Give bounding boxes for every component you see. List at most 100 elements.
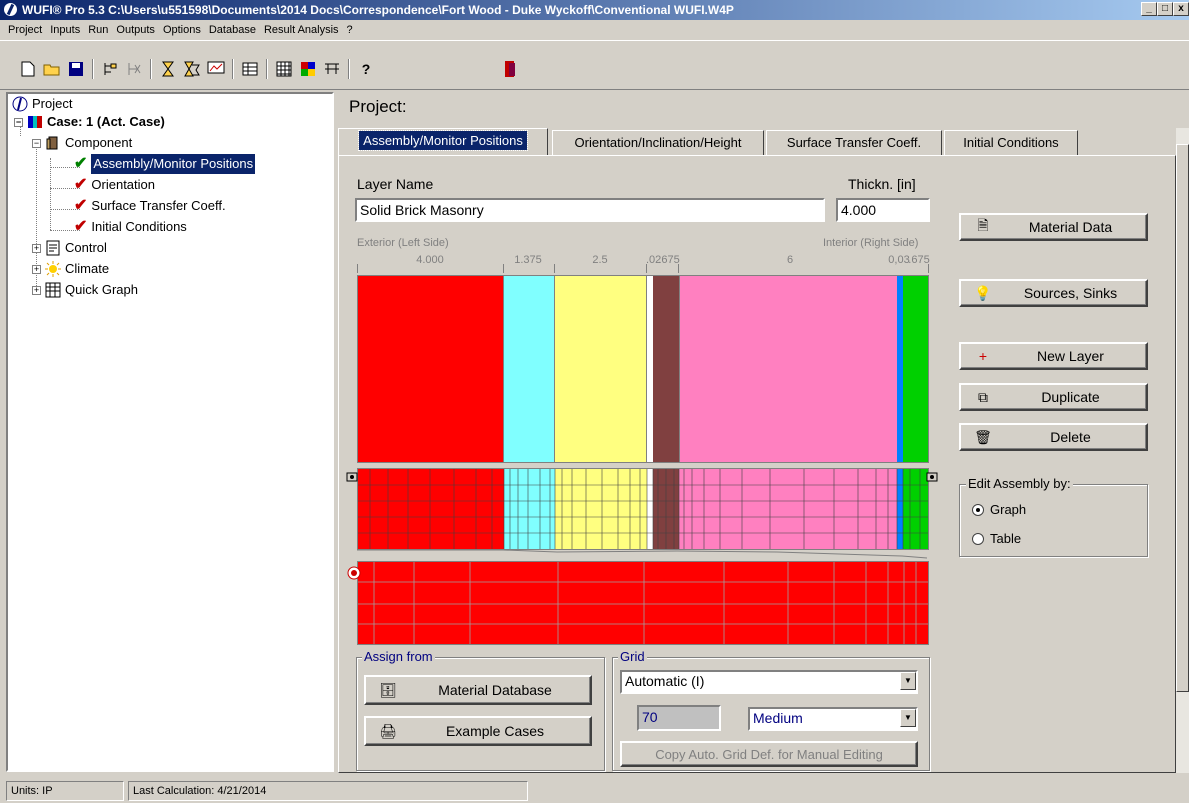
tab-orientation[interactable]: Orientation/Inclination/Height — [552, 130, 764, 156]
layer-brick[interactable] — [358, 276, 504, 462]
maximize-button[interactable]: □ — [1157, 2, 1173, 16]
tree-node-quick-graph[interactable]: + Quick Graph — [32, 280, 138, 300]
monitor-left-icon[interactable] — [346, 470, 360, 484]
menu-inputs[interactable]: Inputs — [46, 24, 84, 36]
help-icon[interactable]: ? — [356, 59, 376, 79]
grid-mode-select[interactable]: Automatic (I) ▼ — [620, 670, 918, 694]
ruler-value: 4.000 — [416, 254, 444, 266]
menu-database[interactable]: Database — [205, 24, 260, 36]
vertical-scrollbar[interactable] — [1176, 128, 1189, 773]
radio-selected-icon — [972, 503, 984, 516]
table-grid-icon — [45, 282, 61, 298]
layer-name-input[interactable]: Solid Brick Masonry — [355, 198, 825, 222]
hourglass-icon[interactable] — [158, 59, 178, 79]
layer-brown[interactable] — [653, 276, 679, 462]
sun-icon — [45, 261, 61, 277]
exterior-label: Exterior (Left Side) — [357, 237, 449, 249]
grid-view-icon[interactable] — [274, 59, 294, 79]
tab-surface-transfer[interactable]: Surface Transfer Coeff. — [766, 130, 942, 156]
tab-assembly[interactable]: Assembly/Monitor Positions — [338, 128, 548, 156]
grid-density-select[interactable]: Medium ▼ — [748, 707, 918, 731]
assign-from-title: Assign from — [362, 649, 435, 664]
check-icon: ✔ — [74, 218, 88, 235]
new-layer-button[interactable]: + New Layer — [959, 342, 1148, 370]
menu-result-analysis[interactable]: Result Analysis — [260, 24, 343, 36]
radio-table[interactable]: Table — [972, 531, 1021, 546]
tree-item-initial-conditions[interactable]: ✔ Initial Conditions — [74, 217, 187, 237]
tab-initial-conditions[interactable]: Initial Conditions — [944, 130, 1078, 156]
color-map-icon[interactable] — [298, 59, 318, 79]
examples-icon: 🖨 — [379, 722, 397, 739]
target-marker-icon[interactable] — [347, 566, 361, 580]
dropdown-arrow-icon[interactable]: ▼ — [900, 672, 916, 690]
menu-run[interactable]: Run — [84, 24, 112, 36]
wufi-logo-icon — [3, 2, 18, 17]
component-icon — [45, 135, 61, 151]
tree-item-orientation[interactable]: ✔ Orientation — [74, 175, 155, 195]
radio-graph[interactable]: Graph — [972, 502, 1026, 517]
thickness-input[interactable]: 4.000 — [836, 198, 930, 222]
window-controls: _ □ x — [1141, 2, 1189, 16]
close-button[interactable]: x — [1173, 2, 1189, 16]
case-icon — [27, 114, 43, 130]
ruler-value: 0,03 — [888, 254, 910, 266]
layer-yellow[interactable] — [555, 276, 647, 462]
layer-pink[interactable] — [679, 276, 897, 462]
new-layer-icon: + — [978, 348, 988, 364]
assembly-graph[interactable] — [357, 275, 929, 463]
ruler-value: .675 — [658, 254, 680, 266]
grid-title: Grid — [618, 649, 647, 664]
exit-door-icon[interactable] — [500, 59, 520, 79]
expand-icon[interactable]: + — [32, 243, 41, 253]
tree-remove-icon[interactable] — [124, 59, 144, 79]
monitor-right-icon[interactable] — [924, 470, 938, 484]
grid-count-input: 70 — [637, 705, 721, 731]
save-icon[interactable] — [66, 59, 86, 79]
open-folder-icon[interactable] — [42, 59, 62, 79]
dropdown-arrow-icon[interactable]: ▼ — [900, 709, 916, 727]
title-bar: WUFI® Pro 5.3 C:\Users\u551598\Documents… — [0, 0, 1189, 20]
tree-node-project[interactable]: Project — [12, 94, 72, 114]
trash-icon: 🗑 — [974, 428, 992, 445]
menu-outputs[interactable]: Outputs — [112, 24, 159, 36]
tree-label-quick-graph: Quick Graph — [65, 282, 138, 297]
graph-window-icon[interactable] — [206, 59, 226, 79]
menu-options[interactable]: Options — [159, 24, 205, 36]
example-cases-button[interactable]: 🖨 Example Cases — [364, 716, 592, 746]
delete-button[interactable]: 🗑 Delete — [959, 423, 1148, 451]
material-database-button[interactable]: 🗄 Material Database — [364, 675, 592, 705]
minimize-button[interactable]: _ — [1141, 2, 1157, 16]
tree-add-icon[interactable] — [100, 59, 120, 79]
expand-icon[interactable]: + — [32, 285, 41, 295]
tree-node-climate[interactable]: + Climate — [32, 259, 109, 279]
menu-project[interactable]: Project — [4, 24, 46, 36]
copy-grid-button[interactable]: Copy Auto. Grid Def. for Manual Editing — [620, 741, 918, 767]
check-icon: ✔ — [74, 197, 88, 214]
expand-icon[interactable]: + — [32, 264, 41, 274]
tree-label-orientation: Orientation — [91, 177, 155, 192]
layer-green[interactable] — [903, 276, 928, 462]
table-view-icon[interactable] — [240, 59, 260, 79]
tree-node-component[interactable]: − Component — [32, 133, 132, 153]
tree-label-component: Component — [65, 135, 133, 150]
tree-node-case[interactable]: − Case: 1 (Act. Case) — [14, 112, 165, 132]
layer-cyan[interactable] — [504, 276, 555, 462]
menu-help[interactable]: ? — [343, 24, 357, 36]
tree-node-control[interactable]: + Control — [32, 238, 107, 258]
material-data-button[interactable]: 🗎 Material Data — [959, 213, 1148, 241]
new-file-icon[interactable] — [18, 59, 38, 79]
properties-icon[interactable] — [322, 59, 342, 79]
project-icon — [12, 96, 28, 112]
sources-sinks-button[interactable]: 💡 Sources, Sinks — [959, 279, 1148, 307]
tree-label-surface-transfer: Surface Transfer Coeff. — [91, 198, 226, 213]
tree-item-surface-transfer[interactable]: ✔ Surface Transfer Coeff. — [74, 196, 226, 216]
lightbulb-icon: 💡 — [974, 284, 992, 301]
duplicate-button[interactable]: ⧉ Duplicate — [959, 383, 1148, 411]
thickness-label: Thickn. [in] — [848, 176, 916, 192]
collapse-icon[interactable]: − — [14, 117, 23, 127]
collapse-icon[interactable]: − — [32, 138, 41, 148]
tree-item-assembly[interactable]: ✔ Assembly/Monitor Positions — [74, 153, 257, 175]
scrollbar-thumb[interactable] — [1176, 144, 1189, 692]
window-title: WUFI® Pro 5.3 C:\Users\u551598\Documents… — [22, 3, 734, 17]
batch-run-icon[interactable] — [182, 59, 202, 79]
